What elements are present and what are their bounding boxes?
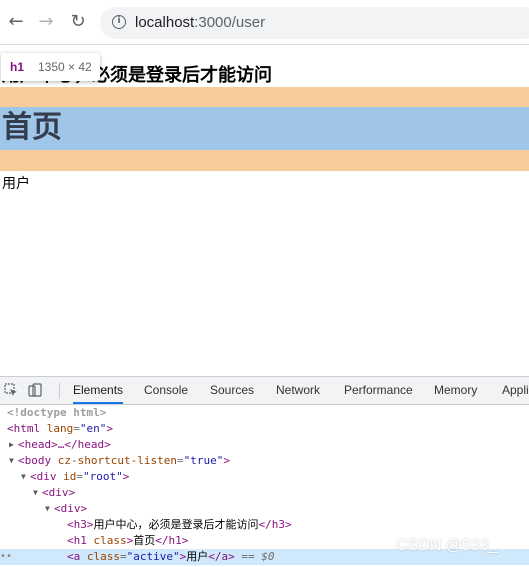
- user-link[interactable]: 用户: [2, 175, 30, 193]
- div-open-tag: <div>: [42, 486, 76, 499]
- a-open-tag: <a: [67, 550, 81, 563]
- inspect-element-icon[interactable]: [4, 383, 18, 397]
- collapse-arrow-icon[interactable]: ▼: [21, 469, 26, 485]
- tooltip-size: 1350 × 42: [38, 60, 92, 74]
- page-heading: 首页: [2, 110, 62, 145]
- dom-node-h3[interactable]: <h3>用户中心，必须是登录后才能访问</h3>: [0, 517, 529, 533]
- a-close-tag: </a>: [208, 550, 235, 563]
- dom-node-body[interactable]: ▼ <body cz-shortcut-listen="true">: [0, 453, 529, 469]
- div-root-attr-value: "root": [83, 470, 123, 483]
- url-host: localhost: [135, 14, 195, 31]
- html-attr-value: "en": [79, 422, 107, 435]
- dom-node-head[interactable]: ▶ <head>…</head>: [0, 437, 529, 453]
- h3-text: 用户中心，必须是登录后才能访问: [93, 518, 259, 531]
- h1-text: 首页: [133, 534, 156, 547]
- dom-node-html[interactable]: <html lang="en">: [0, 421, 529, 437]
- h1-attr-name: class: [93, 534, 127, 547]
- tooltip-tag: h1: [10, 60, 25, 74]
- url-text[interactable]: localhost:3000/user: [135, 14, 265, 32]
- collapse-arrow-icon[interactable]: ▼: [45, 501, 50, 517]
- dom-node-div[interactable]: ▼ <div>: [0, 485, 529, 501]
- a-attr-name: class: [86, 550, 120, 563]
- div-root-attr-name: id: [63, 470, 77, 483]
- tab-performance[interactable]: Performance: [344, 377, 413, 404]
- devtools-tabbar: Elements Console Sources Network Perform…: [0, 377, 529, 405]
- tab-separator: [59, 383, 60, 399]
- div-inner-open-tag: <div>: [54, 502, 88, 515]
- div-root-open-tag: <div: [30, 470, 57, 483]
- tab-console[interactable]: Console: [144, 377, 188, 404]
- dom-node-div-inner[interactable]: ▼ <div>: [0, 501, 529, 517]
- ellipsis-icon[interactable]: ••: [0, 549, 12, 565]
- h1-margin-highlight: 首页: [0, 87, 529, 171]
- collapse-arrow-icon[interactable]: ▼: [9, 453, 14, 469]
- html-attr-name: lang: [46, 422, 74, 435]
- back-icon[interactable]: ←: [5, 11, 27, 33]
- selected-marker: == $0: [241, 550, 275, 563]
- tab-application[interactable]: Appli: [502, 377, 529, 404]
- doctype-text: <!doctype html>: [7, 406, 107, 419]
- tab-network[interactable]: Network: [276, 377, 320, 404]
- tab-memory[interactable]: Memory: [434, 377, 477, 404]
- head-tag: <head>…</head>: [18, 438, 111, 451]
- url-path: :3000/user: [194, 14, 266, 31]
- h1-close-tag: </h1>: [155, 534, 189, 547]
- expand-arrow-icon[interactable]: ▶: [9, 437, 14, 453]
- h1-content-highlight: 首页: [0, 107, 529, 150]
- a-text: 用户: [186, 550, 209, 563]
- body-attr-value: "true": [183, 454, 224, 467]
- tab-sources[interactable]: Sources: [210, 377, 254, 404]
- html-open-tag: <html: [7, 422, 41, 435]
- h3-open-tag: <h3>: [67, 518, 94, 531]
- dom-node-doctype[interactable]: <!doctype html>: [0, 405, 529, 421]
- device-toolbar-icon[interactable]: [28, 383, 42, 397]
- reload-icon[interactable]: ↻: [67, 11, 89, 33]
- h1-open-tag: <h1: [67, 534, 87, 547]
- forward-icon[interactable]: →: [35, 11, 57, 33]
- collapse-arrow-icon[interactable]: ▼: [33, 485, 38, 501]
- tab-elements[interactable]: Elements: [73, 377, 124, 404]
- info-icon[interactable]: i: [112, 15, 126, 29]
- dom-node-div-root[interactable]: ▼ <div id="root">: [0, 469, 529, 485]
- h3-close-tag: </h3>: [258, 518, 292, 531]
- address-bar[interactable]: i localhost:3000/user: [100, 7, 529, 39]
- page-content: 用户中心，必须是登录后才能访问 首页 用户: [0, 45, 529, 375]
- watermark: CSDN @533_: [396, 537, 498, 554]
- body-open-tag: <body: [18, 454, 52, 467]
- body-attr-name: cz-shortcut-listen: [57, 454, 177, 467]
- browser-toolbar: ← → ↻ i localhost:3000/user: [0, 0, 529, 45]
- a-attr-value: "active": [126, 550, 180, 563]
- inspect-tooltip: h1 1350 × 42: [1, 53, 100, 81]
